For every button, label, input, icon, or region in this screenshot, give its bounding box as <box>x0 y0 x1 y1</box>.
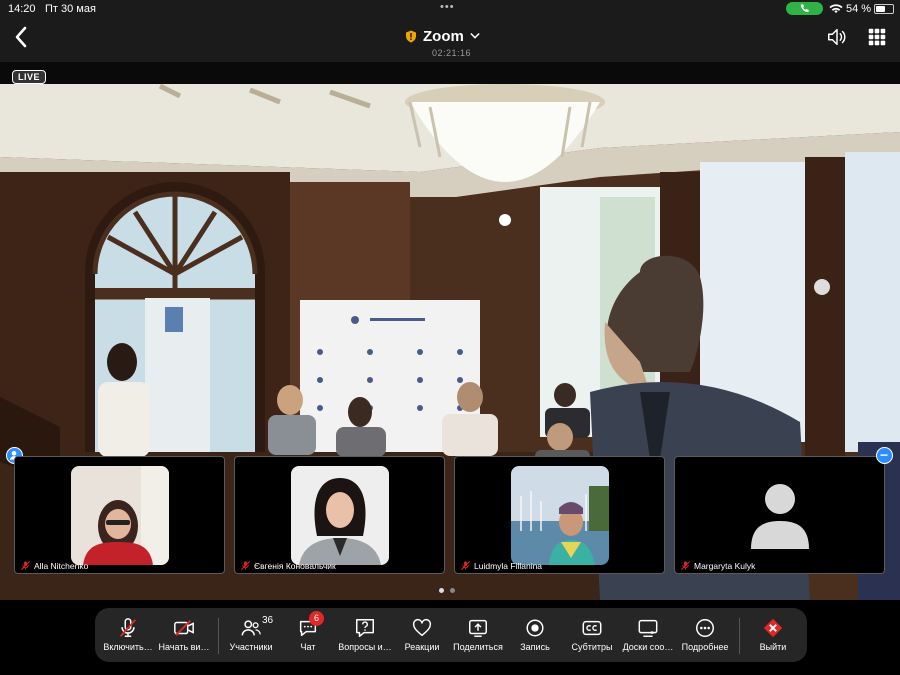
app-title: Zoom <box>423 27 464 45</box>
closed-captions-icon <box>582 620 602 636</box>
participant-name: Alla Nitchenko <box>34 560 89 571</box>
toolbar-divider <box>739 618 740 654</box>
chat-label: Чат <box>300 642 316 652</box>
participant-video <box>71 466 169 565</box>
meeting-toolbar: Включить… Начать ви… 36 Участники 6 Чат … <box>95 608 807 662</box>
battery-icon <box>874 4 894 14</box>
participant-tile[interactable]: Luidmyla Fillanina <box>454 456 665 574</box>
participant-tile[interactable]: Євгенія Коновальчик <box>234 456 445 574</box>
participant-name: Євгенія Коновальчик <box>254 560 336 571</box>
participant-name-row: Євгенія Коновальчик <box>240 560 336 571</box>
toolbar-divider <box>218 618 219 654</box>
record-icon <box>526 619 544 637</box>
live-badge: LIVE <box>12 70 47 84</box>
multitasking-dots[interactable]: ••• <box>440 1 455 13</box>
page-indicator[interactable] <box>439 588 455 593</box>
whiteboards-button[interactable]: Доски соо… <box>619 614 677 658</box>
chat-unread-badge: 6 <box>309 611 324 626</box>
share-button[interactable]: Поделиться <box>449 614 507 658</box>
mic-muted-icon <box>119 618 137 637</box>
page-dot-active <box>439 588 444 593</box>
status-date: Пт 30 мая <box>45 3 96 15</box>
participants-count: 36 <box>262 615 274 626</box>
mic-muted-icon <box>241 561 250 570</box>
qa-label: Вопросы и… <box>338 642 392 652</box>
participant-name: Margaryta Kulyk <box>694 560 756 571</box>
shield-icon <box>406 30 416 42</box>
share-screen-icon <box>469 619 487 637</box>
call-indicator[interactable] <box>786 2 823 15</box>
participant-video <box>511 466 609 565</box>
participants-button[interactable]: 36 Участники <box>222 614 280 658</box>
collapse-strip-button[interactable] <box>876 447 893 464</box>
participant-video <box>291 466 389 565</box>
leave-icon <box>763 618 783 638</box>
leave-label: Выйти <box>759 642 787 652</box>
video-off-icon <box>174 620 194 636</box>
mic-muted-icon <box>681 561 690 570</box>
heart-icon <box>412 618 432 637</box>
participant-tile[interactable]: Margaryta Kulyk <box>674 456 885 574</box>
more-button[interactable]: Подробнее <box>676 614 734 658</box>
battery-percent: 54 % <box>846 3 872 15</box>
start-video-label: Начать ви… <box>158 642 210 652</box>
back-chevron-icon[interactable] <box>10 24 34 50</box>
phone-icon <box>800 4 809 13</box>
meeting-title-button[interactable]: Zoom <box>405 26 480 46</box>
chevron-down-icon <box>470 32 480 39</box>
start-video-button[interactable]: Начать ви… <box>155 614 213 658</box>
avatar-placeholder-icon <box>751 484 809 549</box>
leave-button[interactable]: Выйти <box>744 614 802 658</box>
meeting-timer: 02:21:16 <box>432 48 472 58</box>
unmute-label: Включить… <box>103 642 153 652</box>
record-label: Запись <box>520 642 550 652</box>
reactions-button[interactable]: Реакции <box>393 614 451 658</box>
whiteboard-icon <box>638 619 658 637</box>
participant-tile[interactable]: Alla Nitchenko <box>14 456 225 574</box>
whiteboards-label: Доски соо… <box>622 642 674 652</box>
wifi-icon <box>829 4 843 14</box>
page-dot <box>450 588 455 593</box>
mic-muted-icon <box>461 561 470 570</box>
speaker-icon[interactable] <box>826 26 848 48</box>
participant-name-row: Luidmyla Fillanina <box>460 560 542 571</box>
more-label: Подробнее <box>681 642 729 652</box>
question-icon <box>356 619 374 637</box>
subtitles-label: Субтитры <box>571 642 613 652</box>
qa-button[interactable]: Вопросы и… <box>336 614 394 658</box>
participant-name-row: Margaryta Kulyk <box>680 560 755 571</box>
battery-fill <box>876 6 885 12</box>
status-bar: 14:20 Пт 30 мая ••• 54 % <box>0 0 900 18</box>
participant-name: Luidmyla Fillanina <box>474 560 543 571</box>
unmute-button[interactable]: Включить… <box>99 614 157 658</box>
subtitles-button[interactable]: Субтитры <box>563 614 621 658</box>
participant-name-row: Alla Nitchenko <box>20 560 88 571</box>
more-icon <box>696 619 714 637</box>
participants-label: Участники <box>229 642 273 652</box>
app-header: Zoom 02:21:16 <box>0 18 900 62</box>
minus-icon <box>880 454 888 456</box>
share-label: Поделиться <box>453 642 503 652</box>
grid-view-icon[interactable] <box>866 26 888 48</box>
mic-muted-icon <box>21 561 30 570</box>
reactions-label: Реакции <box>404 642 440 652</box>
status-time: 14:20 <box>8 3 36 15</box>
participants-icon <box>241 620 261 636</box>
record-button[interactable]: Запись <box>506 614 564 658</box>
chat-button[interactable]: 6 Чат <box>279 611 337 658</box>
